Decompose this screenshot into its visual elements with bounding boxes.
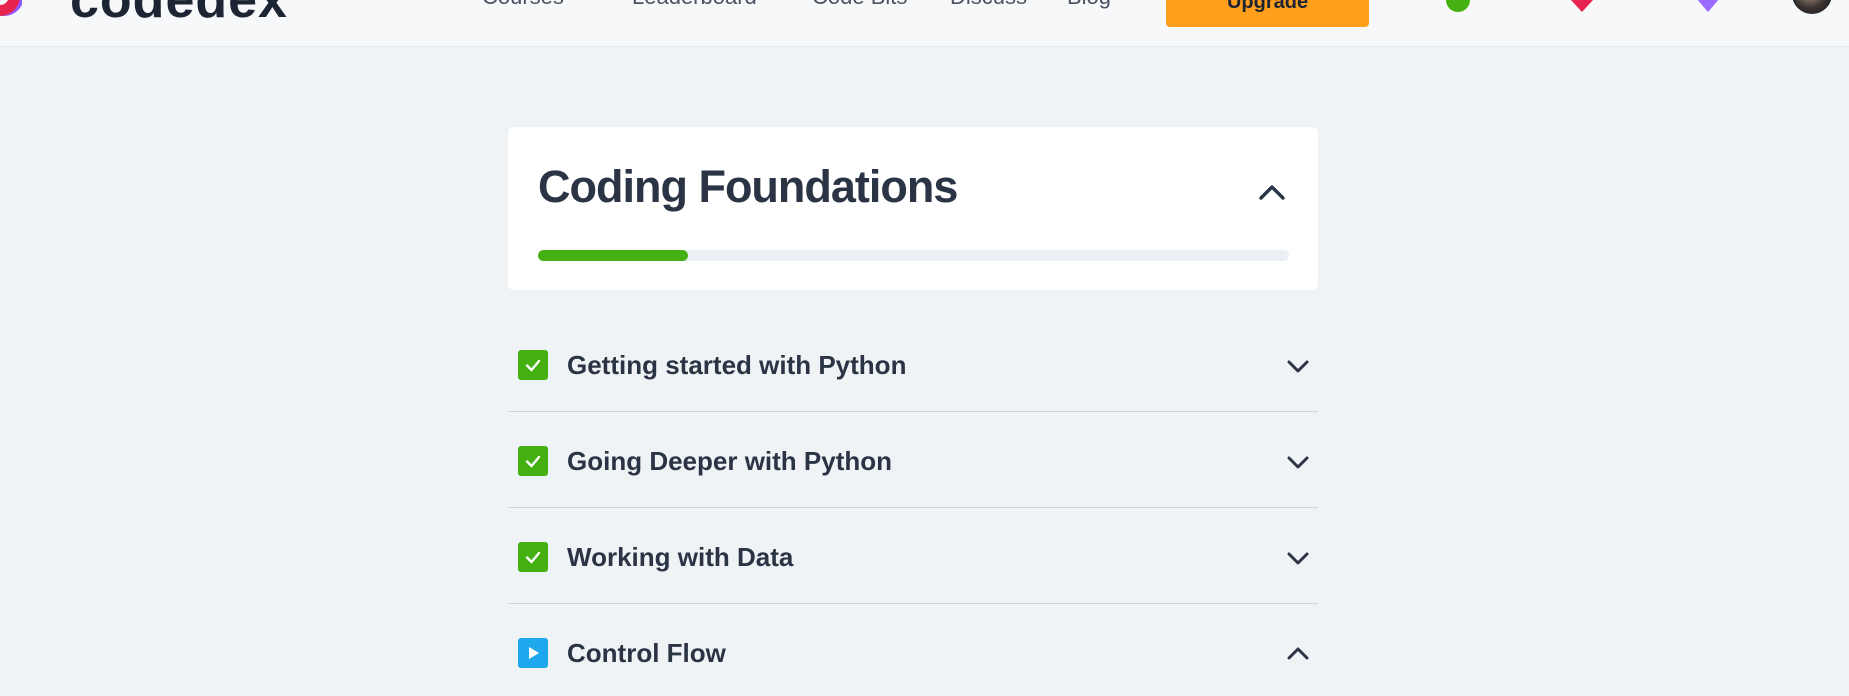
chevron-down-icon[interactable] bbox=[1284, 448, 1312, 476]
module-title: Working with Data bbox=[567, 542, 794, 572]
chevron-up-icon[interactable] bbox=[1255, 175, 1289, 209]
chevron-up-icon[interactable] bbox=[1284, 640, 1312, 668]
checkmark-icon bbox=[518, 350, 548, 380]
nav-link-code-bits[interactable]: Code Bits bbox=[812, 0, 907, 10]
module-title: Getting started with Python bbox=[567, 350, 907, 380]
heart-icon[interactable] bbox=[1568, 0, 1596, 14]
nav-link-discuss[interactable]: Discuss bbox=[950, 0, 1027, 10]
module-title: Control Flow bbox=[567, 638, 726, 668]
checkmark-icon bbox=[518, 446, 548, 476]
checkmark-icon bbox=[518, 542, 548, 572]
course-title: Coding Foundations bbox=[538, 161, 958, 212]
chevron-down-icon[interactable] bbox=[573, 0, 587, 4]
gem-icon[interactable] bbox=[1694, 0, 1722, 14]
green-badge-icon[interactable] bbox=[1444, 0, 1472, 14]
course-progress-fill bbox=[538, 250, 689, 261]
module-item[interactable]: Working with Data bbox=[508, 508, 1318, 604]
chevron-down-icon[interactable] bbox=[1284, 544, 1312, 572]
avatar[interactable] bbox=[1792, 0, 1832, 14]
brand-name[interactable]: codedex bbox=[70, 0, 288, 30]
module-title: Going Deeper with Python bbox=[567, 446, 893, 476]
upgrade-button[interactable]: Upgrade bbox=[1166, 0, 1369, 27]
nav-link-blog[interactable]: Blog bbox=[1067, 0, 1111, 10]
logo-icon[interactable] bbox=[0, 0, 22, 22]
top-navigation: codedex Courses Leaderboard Code Bits Di… bbox=[0, 0, 1849, 47]
course-progress-bar bbox=[538, 250, 1289, 261]
course-card: Coding Foundations bbox=[508, 127, 1318, 290]
play-icon bbox=[518, 638, 548, 668]
nav-link-courses[interactable]: Courses bbox=[482, 0, 564, 10]
module-item[interactable]: Control Flow bbox=[508, 604, 1318, 696]
module-item[interactable]: Going Deeper with Python bbox=[508, 412, 1318, 508]
chevron-down-icon[interactable] bbox=[1284, 352, 1312, 380]
module-item[interactable]: Getting started with Python bbox=[508, 316, 1318, 412]
nav-link-leaderboard[interactable]: Leaderboard bbox=[632, 0, 757, 10]
